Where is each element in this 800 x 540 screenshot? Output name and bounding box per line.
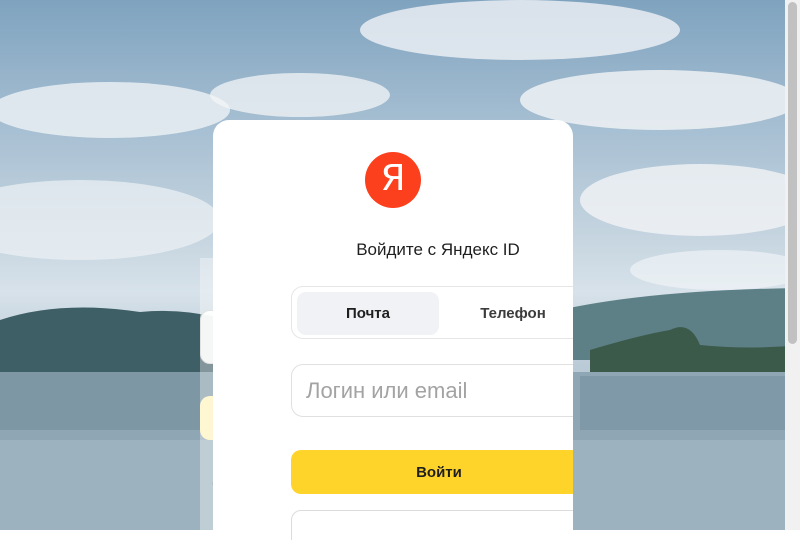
- scrollbar-thumb[interactable]: [788, 2, 797, 344]
- login-submit-label: Войти: [416, 463, 462, 481]
- yandex-logo-icon: Я: [365, 152, 421, 208]
- login-submit-button[interactable]: Войти: [291, 450, 573, 494]
- modal-title: Войдите с Яндекс ID: [356, 240, 520, 259]
- tab-phone[interactable]: Телефон: [442, 292, 573, 335]
- login-modal: Я Войдите с Яндекс ID Почта Телефон Войт…: [213, 120, 573, 540]
- tab-email[interactable]: Почта: [297, 292, 439, 335]
- login-method-tabs: Почта Телефон: [291, 286, 573, 339]
- login-input[interactable]: [291, 364, 573, 417]
- scrollbar[interactable]: [785, 0, 800, 530]
- secondary-login-button[interactable]: [291, 510, 573, 540]
- yandex-logo-glyph: Я: [380, 158, 406, 199]
